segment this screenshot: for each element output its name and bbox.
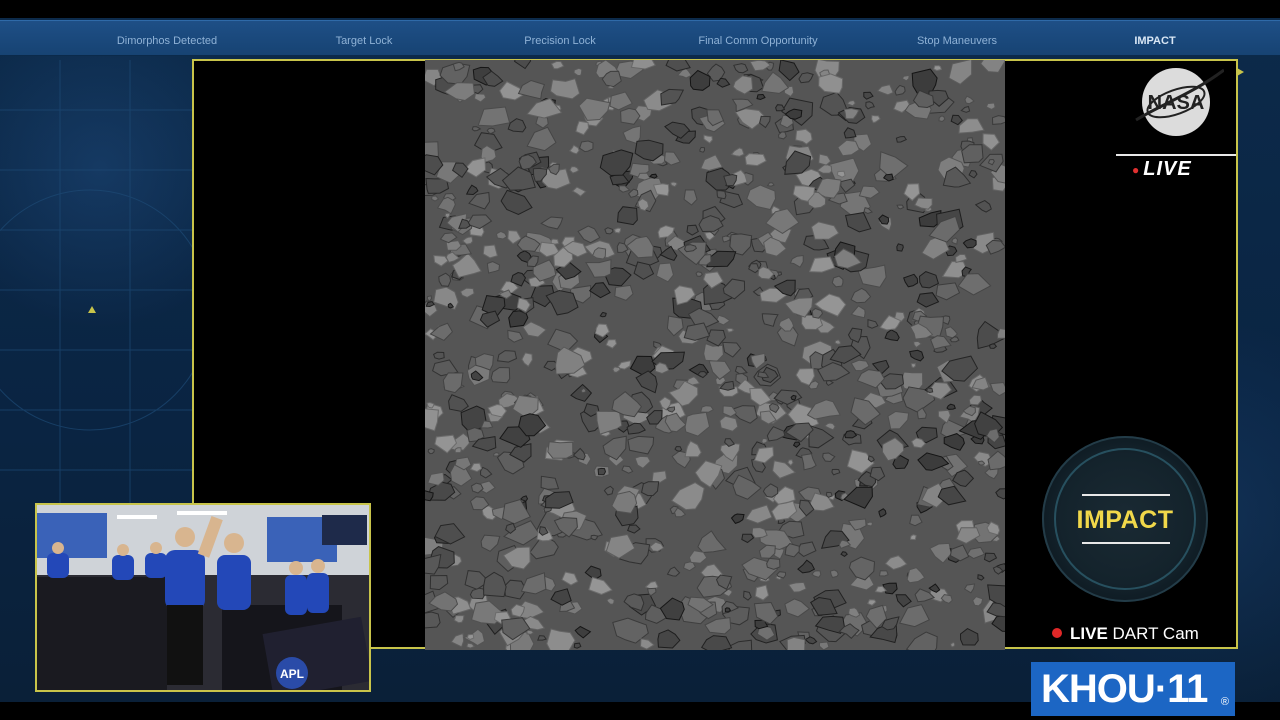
live-divider [1116, 154, 1236, 156]
mission-control-inset-video: APL [35, 503, 371, 692]
live-badge: ● LIVE [1132, 158, 1192, 181]
milestone-precision-lock: Precision Lock [524, 35, 596, 47]
triangle-marker-icon [1237, 68, 1244, 76]
live-badge-label: LIVE [1143, 158, 1192, 180]
asteroid-surface-image [425, 60, 1005, 650]
khou-11-logo: KHOU·11 ® [1031, 662, 1235, 716]
milestone-timeline-bar: Dimorphos Detected Target Lock Precision… [0, 20, 1280, 56]
triangle-marker-icon [88, 306, 96, 313]
mission-control-room-image: APL [37, 505, 369, 690]
milestone-impact: IMPACT [1134, 35, 1176, 47]
impact-bottom-rule [1082, 542, 1170, 544]
dart-cam-live: LIVE [1070, 624, 1108, 643]
impact-top-rule [1082, 494, 1170, 496]
milestone-final-comm-opportunity: Final Comm Opportunity [698, 35, 818, 47]
milestone-target-lock: Target Lock [335, 35, 393, 47]
nasa-logo: NASA [1135, 68, 1224, 136]
milestone-dimorphos-detected: Dimorphos Detected [116, 35, 218, 47]
impact-dial: IMPACT [1042, 436, 1208, 602]
svg-text:APL: APL [280, 667, 304, 681]
record-dot-icon [1052, 628, 1062, 638]
dart-cam-label: LIVE DART Cam [1052, 624, 1199, 644]
milestone-stop-maneuvers: Stop Maneuvers [916, 35, 998, 47]
svg-text:NASA: NASA [1148, 92, 1205, 114]
dart-cam-name: DART Cam [1112, 624, 1199, 643]
broadcast-screen: Dimorphos Detected Target Lock Precision… [0, 0, 1280, 720]
impact-label: IMPACT [1076, 506, 1174, 534]
live-dot-icon: ● [1132, 162, 1141, 177]
